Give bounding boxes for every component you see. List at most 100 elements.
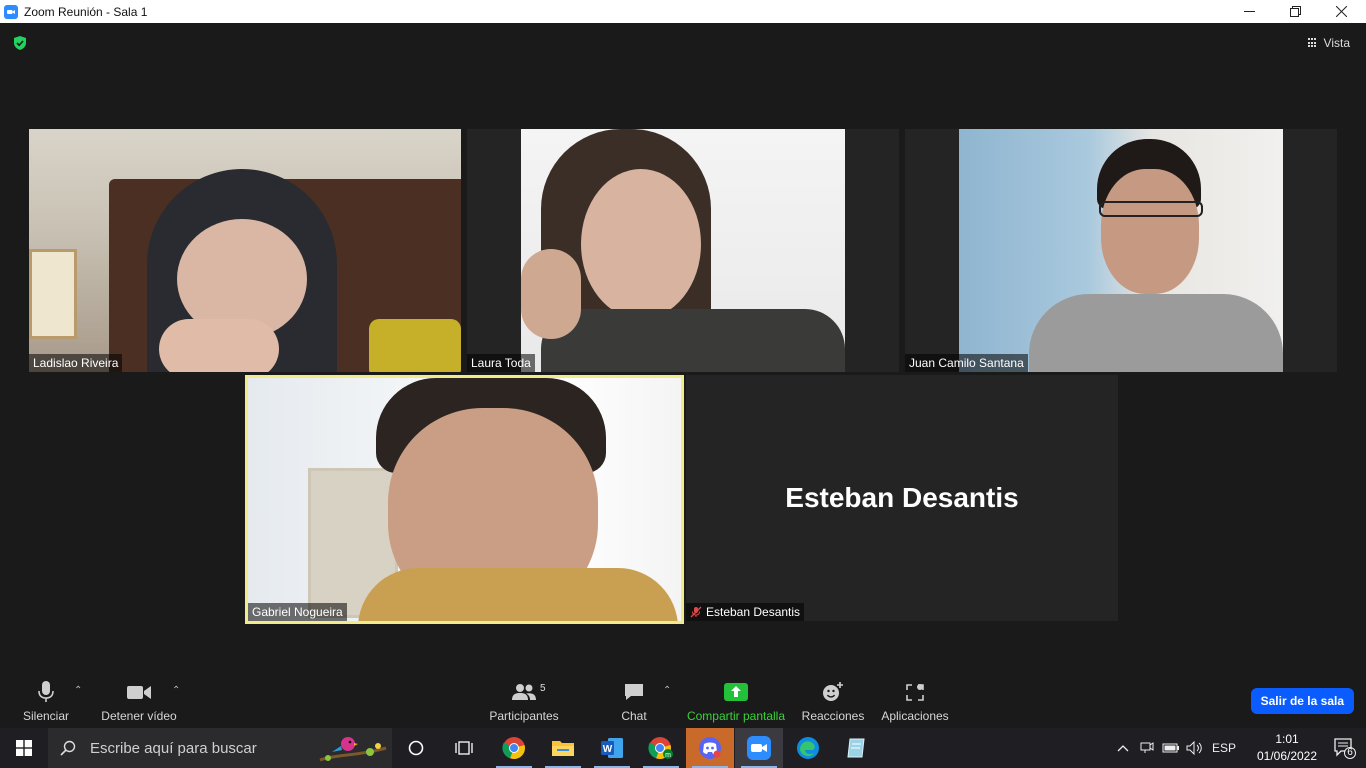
meeting-area: Vista Ladislao Riveira Laura Toda Juan C…	[0, 23, 1366, 673]
view-button[interactable]: Vista	[1304, 33, 1354, 53]
cortana-button[interactable]	[392, 728, 440, 768]
apps-button[interactable]: Aplicaciones	[880, 679, 950, 725]
view-label: Vista	[1323, 36, 1350, 50]
video-off-display-name: Esteban Desantis	[785, 482, 1019, 513]
chrome-icon	[502, 737, 525, 760]
word-icon: W	[601, 738, 623, 758]
encryption-shield-icon[interactable]	[12, 35, 28, 51]
notification-count: 6	[1347, 747, 1353, 758]
chrome-meet-icon: m	[648, 737, 673, 760]
participants-label: Participantes	[489, 709, 559, 723]
participant-video	[959, 129, 1283, 372]
reactions-label: Reacciones	[801, 709, 865, 723]
clock-time: 1:01	[1275, 732, 1299, 746]
svg-text:m: m	[665, 752, 671, 759]
muted-mic-icon	[690, 606, 702, 618]
windows-taskbar: Escribe aquí para buscar W m ESP 1:01 01…	[0, 728, 1366, 768]
search-icon	[60, 740, 76, 756]
taskbar-notes[interactable]	[833, 728, 881, 768]
stop-video-button[interactable]: Detener vídeo	[100, 679, 178, 725]
notes-icon	[847, 738, 865, 758]
file-explorer-icon	[552, 741, 574, 756]
battery-tray[interactable]	[1160, 728, 1182, 768]
restore-icon	[1289, 6, 1301, 17]
battery-icon	[1162, 743, 1179, 753]
video-camera-icon	[127, 686, 151, 699]
chevron-up-icon	[1117, 745, 1129, 752]
participant-name-tag: Esteban Desantis	[686, 603, 805, 621]
taskbar-edge[interactable]	[784, 728, 832, 768]
apps-icon	[906, 684, 924, 701]
microphone-icon	[38, 681, 54, 702]
zoom-icon	[747, 736, 771, 760]
taskbar-chrome[interactable]	[490, 728, 538, 768]
restore-button[interactable]	[1272, 0, 1318, 23]
participants-icon	[512, 684, 536, 700]
start-button[interactable]	[0, 728, 48, 768]
language-indicator[interactable]: ESP	[1210, 728, 1238, 768]
discord-icon	[699, 737, 721, 759]
video-label: Detener vídeo	[101, 709, 177, 723]
search-highlight-bird-icon	[319, 737, 387, 762]
speaker-icon	[1186, 741, 1202, 755]
participant-video	[29, 129, 461, 372]
chat-options-caret-icon[interactable]: ⌃	[663, 685, 671, 696]
title-bar: Zoom Reunión - Sala 1	[0, 0, 1366, 23]
taskbar-file-explorer[interactable]	[539, 728, 587, 768]
participant-name-tag: Gabriel Nogueira	[248, 603, 347, 621]
taskbar-discord[interactable]	[686, 728, 734, 768]
minimize-button[interactable]	[1226, 0, 1272, 23]
apps-label: Aplicaciones	[881, 709, 949, 723]
volume-tray[interactable]	[1184, 728, 1206, 768]
windows-logo-icon	[16, 740, 32, 756]
share-label: Compartir pantalla	[686, 709, 786, 723]
taskbar-chrome-meet[interactable]: m	[637, 728, 685, 768]
participant-name-tag: Ladislao Riveira	[29, 354, 123, 372]
video-options-caret-icon[interactable]: ⌃	[172, 685, 180, 696]
taskbar-search-box[interactable]: Escribe aquí para buscar	[48, 728, 392, 768]
minimize-icon	[1243, 11, 1255, 12]
search-placeholder: Escribe aquí para buscar	[90, 739, 257, 757]
video-tile-4-active-speaker[interactable]: Gabriel Nogueira	[245, 375, 684, 624]
chat-button[interactable]: Chat	[618, 679, 650, 725]
chat-label: Chat	[621, 709, 647, 723]
cortana-icon	[408, 740, 424, 756]
grid-view-icon	[1307, 38, 1318, 48]
svg-text:W: W	[603, 744, 613, 755]
meet-now-icon	[1140, 742, 1154, 753]
meet-now-tray[interactable]	[1136, 728, 1158, 768]
participants-button[interactable]: Participantes	[488, 679, 560, 725]
video-tile-1[interactable]: Ladislao Riveira	[29, 129, 461, 372]
video-tile-2[interactable]: Laura Toda	[467, 129, 899, 372]
share-screen-icon	[724, 683, 748, 701]
video-tile-5-video-off[interactable]: Esteban Desantis Esteban Desantis	[686, 375, 1118, 621]
participant-name-tag: Juan Camilo Santana	[905, 354, 1028, 372]
chat-bubble-icon	[625, 684, 643, 700]
zoom-app-icon	[4, 4, 18, 19]
taskbar-word[interactable]: W	[588, 728, 636, 768]
audio-options-caret-icon[interactable]: ⌃	[74, 685, 82, 696]
edge-icon	[797, 737, 819, 759]
close-button[interactable]	[1318, 0, 1364, 23]
clock-date: 01/06/2022	[1256, 749, 1318, 763]
task-view-icon	[455, 741, 473, 755]
participant-video	[248, 378, 681, 621]
taskbar-zoom[interactable]	[735, 728, 783, 768]
show-hidden-icons-button[interactable]	[1112, 728, 1134, 768]
mute-button[interactable]: Silenciar	[20, 679, 72, 725]
task-view-button[interactable]	[440, 728, 488, 768]
reactions-button[interactable]: Reacciones	[802, 679, 864, 725]
leave-room-button[interactable]: Salir de la sala	[1250, 688, 1354, 714]
window-title: Zoom Reunión - Sala 1	[24, 4, 148, 19]
meeting-toolbar: Silenciar ⌃ Detener vídeo ⌃ Participante…	[0, 673, 1366, 728]
video-tile-3[interactable]: Juan Camilo Santana	[905, 129, 1337, 372]
close-icon	[1335, 6, 1347, 17]
participant-name-tag: Laura Toda	[467, 354, 535, 372]
system-clock[interactable]: 1:01 01/06/2022	[1252, 731, 1322, 765]
share-screen-button[interactable]: Compartir pantalla	[686, 679, 786, 725]
participant-video	[521, 129, 845, 372]
action-center-button[interactable]: 6	[1332, 736, 1356, 760]
participants-count: 5	[540, 683, 546, 694]
mute-label: Silenciar	[22, 709, 70, 723]
reactions-smiley-icon	[823, 682, 843, 701]
